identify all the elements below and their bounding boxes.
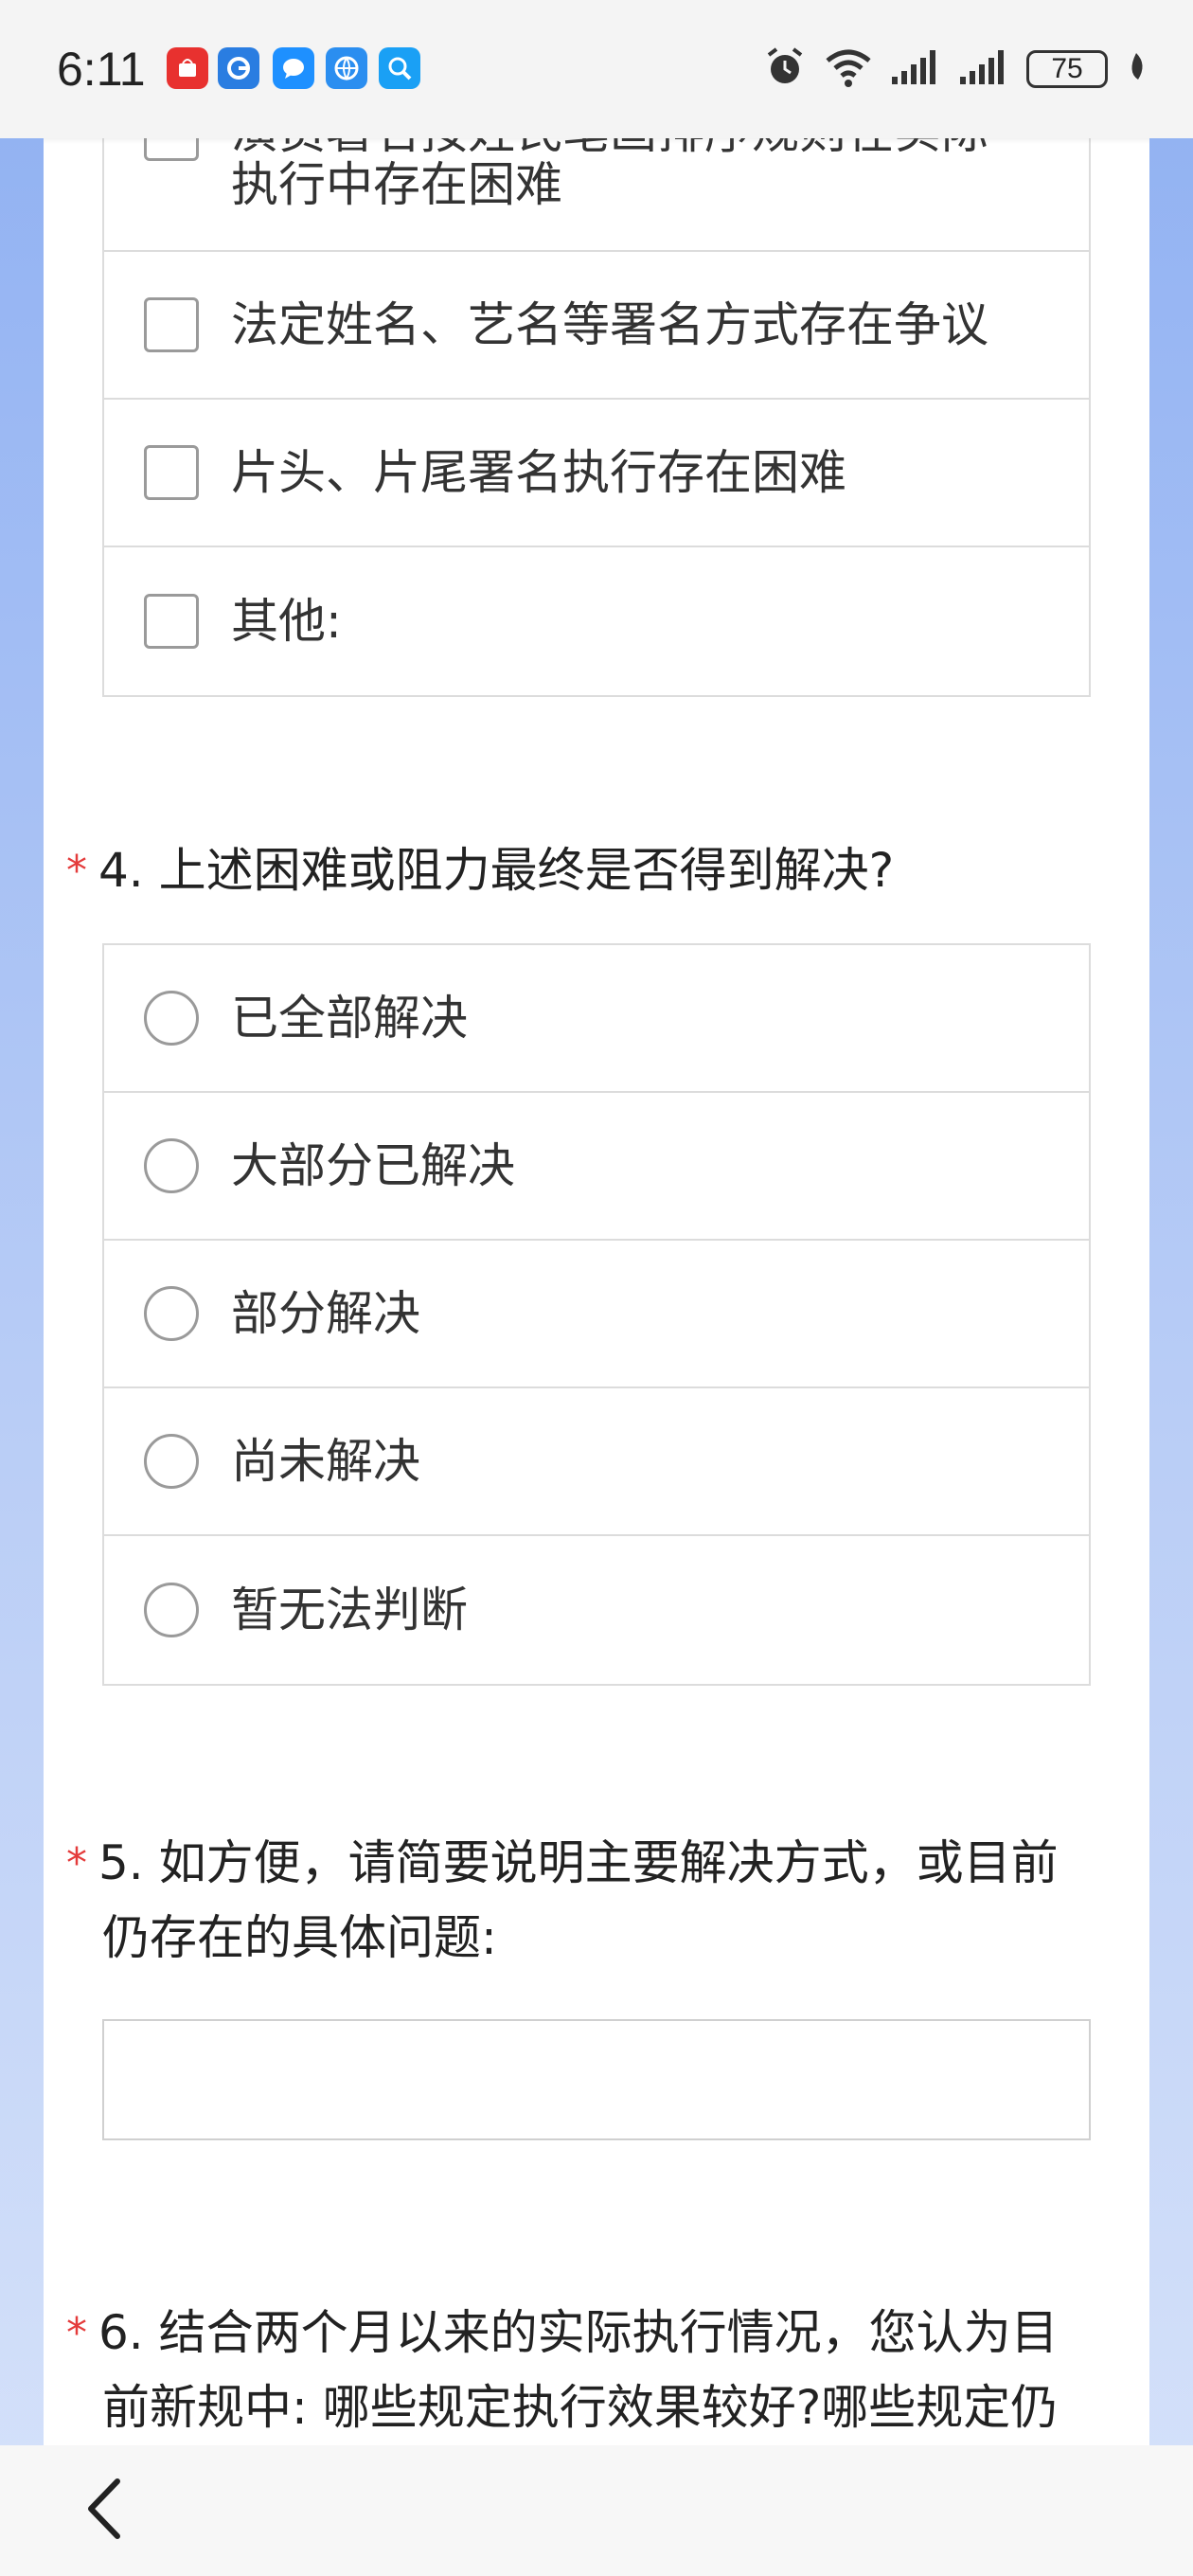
question3-option-4[interactable]: 其他: (104, 547, 1089, 695)
question5-title: * 5. 如方便，请简要说明主要解决方式，或目前 仍存在的具体问题: (66, 1826, 1117, 1975)
status-bar: 6:11 75 (0, 0, 1193, 138)
option-label: 尚未解决 (231, 1434, 420, 1489)
option-label: 已全部解决 (231, 991, 468, 1046)
question4-option-4[interactable]: 尚未解决 (104, 1388, 1089, 1536)
radio-button[interactable] (144, 1138, 199, 1193)
signal-icon-2 (958, 48, 1009, 90)
status-time: 6:11 (57, 43, 146, 96)
required-marker: * (66, 847, 87, 895)
question4-options: 已全部解决 大部分已解决 部分解决 尚未解决 暂无法判断 (102, 943, 1091, 1686)
question4-title: * 4. 上述困难或阻力最终是否得到解决? (66, 833, 1117, 908)
option-label: 法定姓名、艺名等署名方式存在争议 (231, 297, 988, 352)
checkbox[interactable] (144, 297, 199, 352)
wifi-icon (824, 45, 873, 93)
alarm-icon (763, 45, 807, 93)
bottom-navigation-bar (0, 2445, 1193, 2576)
question4-option-2[interactable]: 大部分已解决 (104, 1093, 1089, 1241)
option-label: 其他: (231, 594, 342, 649)
option-label: 片头、片尾署名执行存在困难 (231, 445, 846, 500)
required-marker: * (66, 1839, 87, 1887)
radio-button[interactable] (144, 1434, 199, 1489)
question-text: 4. 上述困难或阻力最终是否得到解决? (98, 843, 895, 898)
guangzhou-app-icon (218, 47, 259, 89)
checkbox[interactable] (144, 445, 199, 500)
back-button[interactable] (66, 2468, 142, 2553)
status-indicators: 75 (763, 47, 1148, 91)
signal-icon-1 (890, 48, 941, 90)
question5-answer-input[interactable] (102, 2019, 1091, 2140)
option-label-line2: 执行中存在困难 (231, 157, 562, 212)
chevron-left-icon (81, 2476, 127, 2546)
checkbox[interactable] (144, 594, 199, 649)
radio-button[interactable] (144, 991, 199, 1046)
question3-options: 演员署名按姓氏笔画排序规则在实际 执行中存在困难 法定姓名、艺名等署名方式存在争… (102, 104, 1091, 697)
huawei-store-icon (167, 47, 208, 89)
question-text-line1: 6. 结合两个月以来的实际执行情况，您认为目 (98, 2305, 1059, 2360)
messages-icon (273, 47, 314, 89)
browser-icon (326, 47, 367, 89)
question3-option-3[interactable]: 片头、片尾署名执行存在困难 (104, 400, 1089, 547)
question-text-line2: 前新规中: 哪些规定执行效果较好?哪些规定仍 (102, 2380, 1059, 2435)
required-marker: * (66, 2309, 87, 2357)
question-text-line1: 5. 如方便，请简要说明主要解决方式，或目前 (98, 1835, 1059, 1890)
question3-option-2[interactable]: 法定姓名、艺名等署名方式存在争议 (104, 252, 1089, 400)
battery-indicator: 75 (1026, 50, 1108, 88)
battery-saver-leaf-icon (1125, 51, 1148, 87)
option-label: 大部分已解决 (231, 1138, 515, 1193)
option-label: 部分解决 (231, 1286, 420, 1341)
radio-button[interactable] (144, 1583, 199, 1637)
question-text-line2: 仍存在的具体问题: (102, 1910, 497, 1965)
question6-title: * 6. 结合两个月以来的实际执行情况，您认为目 前新规中: 哪些规定执行效果较好… (66, 2296, 1117, 2444)
question4-option-1[interactable]: 已全部解决 (104, 945, 1089, 1093)
search-app-icon (379, 47, 420, 89)
question4-option-3[interactable]: 部分解决 (104, 1241, 1089, 1388)
option-label: 暂无法判断 (231, 1583, 468, 1637)
question4-option-5[interactable]: 暂无法判断 (104, 1536, 1089, 1684)
radio-button[interactable] (144, 1286, 199, 1341)
